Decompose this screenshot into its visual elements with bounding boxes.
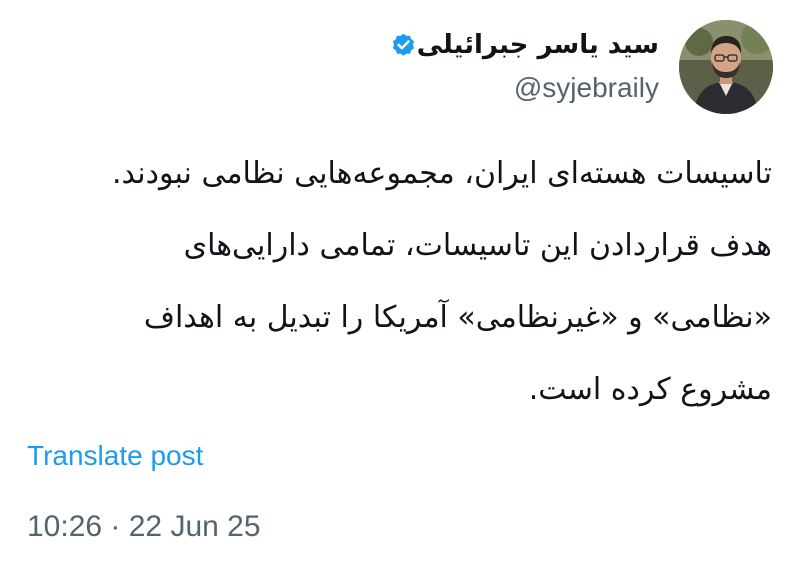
post-text-line: هدف قراردادن این تاسیسات، تمامی دارایی‌ه…: [183, 228, 772, 263]
author-handle[interactable]: @syjebraily: [514, 70, 659, 106]
post-timestamp[interactable]: 10:26 · 22 Jun 25: [27, 510, 261, 544]
name-row: سید یاسر جبرائیلی: [382, 28, 659, 62]
translate-post-link[interactable]: Translate post: [27, 440, 203, 472]
author-identity: سید یاسر جبرائیلی @syjebraily: [382, 28, 659, 106]
display-name[interactable]: سید یاسر جبرائیلی: [417, 28, 659, 62]
post-text: تاسیسات هسته‌ای ایران، مجموعه‌هایی نظامی…: [12, 138, 772, 426]
verified-badge-icon[interactable]: [390, 32, 417, 59]
avatar[interactable]: [679, 20, 773, 114]
post-header: سید یاسر جبرائیلی @syjebraily: [382, 20, 773, 114]
post-text-line: مشروع کرده است.: [528, 372, 772, 407]
post-text-line: تاسیسات هسته‌ای ایران، مجموعه‌هایی نظامی…: [112, 156, 772, 191]
avatar-image: [679, 20, 773, 114]
post-card: سید یاسر جبرائیلی @syjebraily تاسیسات هس…: [0, 0, 800, 574]
post-text-line: «نظامی» و «غیرنظامی» آمریکا را تبدیل به …: [143, 300, 772, 335]
